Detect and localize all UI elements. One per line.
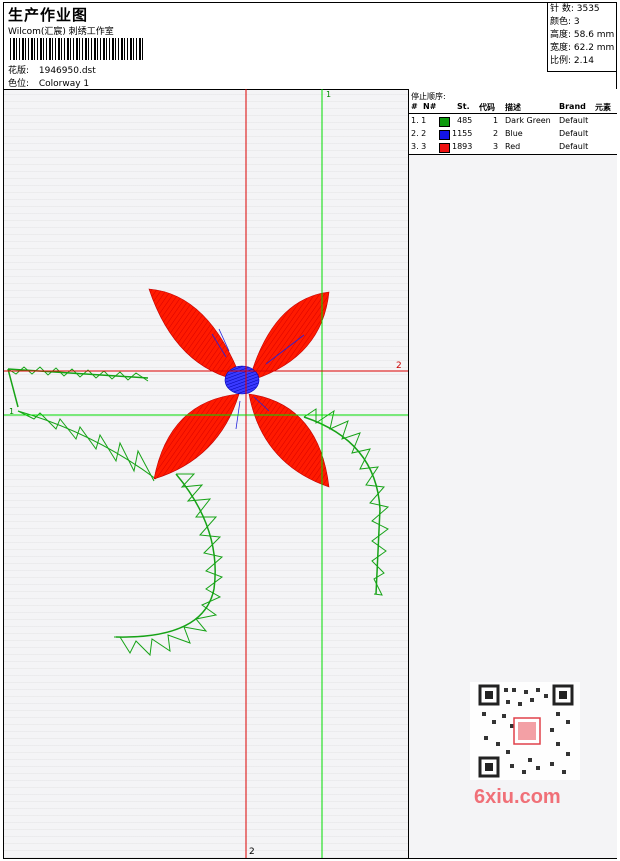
studio-name: Wilcom(汇宸) 刺绣工作室	[8, 27, 114, 37]
row-description: Red	[505, 142, 521, 151]
col-description: 描述	[505, 103, 521, 112]
design-filename: 1946950.dst	[38, 66, 96, 76]
col-stitches: St.	[457, 102, 470, 111]
design-label: 花版:	[8, 66, 30, 76]
stop-sequence-title: 停止顺序:	[411, 92, 446, 101]
row-description: Dark Green	[505, 116, 551, 125]
row-code: 1	[493, 116, 499, 125]
sheet-header: 生产作业图 Wilcom(汇宸) 刺绣工作室 花版: 1946950.dst 色…	[4, 3, 617, 90]
colorway-value: Colorway 1	[38, 79, 90, 89]
guide-marker-red-bottom: 2	[249, 847, 255, 857]
colorway-row: 色位: Colorway 1	[8, 76, 89, 89]
col-index: #	[411, 102, 418, 111]
col-code: 代码	[479, 103, 495, 112]
col-needle: N#	[423, 102, 437, 111]
stop-sequence-table: 停止顺序: # N# St. 代码 描述 Brand 元素 1. 1 485 1…	[409, 89, 617, 155]
row-brand: Default	[559, 129, 589, 138]
row-stitches: 1155	[452, 129, 473, 138]
colorway-label: 色位:	[8, 79, 30, 89]
col-brand: Brand	[559, 102, 586, 111]
row-description: Blue	[505, 129, 523, 138]
petal-upper-left	[148, 288, 243, 382]
color-swatch	[439, 130, 450, 142]
color-swatch	[439, 143, 450, 155]
sheet-title: 生产作业图	[8, 6, 89, 24]
stitch-count: 针 数: 3535	[550, 4, 600, 14]
row-brand: Default	[559, 116, 589, 125]
barcode	[10, 38, 144, 60]
design-stats: 针 数: 3535 颜色: 3 高度: 58.6 mm 宽度: 62.2 mm …	[547, 3, 617, 72]
row-brand: Default	[559, 142, 589, 151]
design-width: 宽度: 62.2 mm	[550, 43, 615, 53]
design-scale: 比例: 2.14	[550, 56, 594, 66]
row-code: 2	[493, 129, 499, 138]
petal-lower-right	[248, 393, 330, 488]
petal-lower-left	[153, 393, 240, 480]
color-swatch	[439, 117, 450, 129]
guide-marker-green-left: 1	[9, 407, 15, 416]
col-element: 元素	[595, 103, 611, 112]
design-preview: 1 1 2 2	[4, 89, 408, 858]
design-height: 高度: 58.6 mm	[550, 30, 615, 40]
design-row: 花版: 1946950.dst	[8, 63, 96, 76]
row-number: 2. 2	[411, 129, 427, 138]
embroidery-canvas	[4, 89, 408, 858]
row-code: 3	[493, 142, 499, 151]
row-number: 3. 3	[411, 142, 427, 151]
guide-marker-green-top: 1	[326, 90, 332, 99]
row-number: 1. 1	[411, 116, 427, 125]
table-row: 2. 2 1155 2 Blue Default	[409, 129, 617, 141]
table-row: 1. 1 485 1 Dark Green Default	[409, 116, 617, 128]
row-stitches: 1893	[452, 142, 473, 151]
table-row: 3. 3 1893 3 Red Default	[409, 142, 617, 154]
site-name: 6xiu.com	[474, 786, 561, 808]
stop-sequence-header: # N# St. 代码 描述 Brand 元素	[409, 102, 617, 114]
petal-upper-right	[248, 291, 330, 382]
color-count: 颜色: 3	[550, 17, 580, 27]
row-stitches: 485	[457, 116, 473, 125]
guide-marker-red-right: 2	[396, 361, 402, 371]
site-watermark: 6xiu.com	[466, 680, 584, 816]
